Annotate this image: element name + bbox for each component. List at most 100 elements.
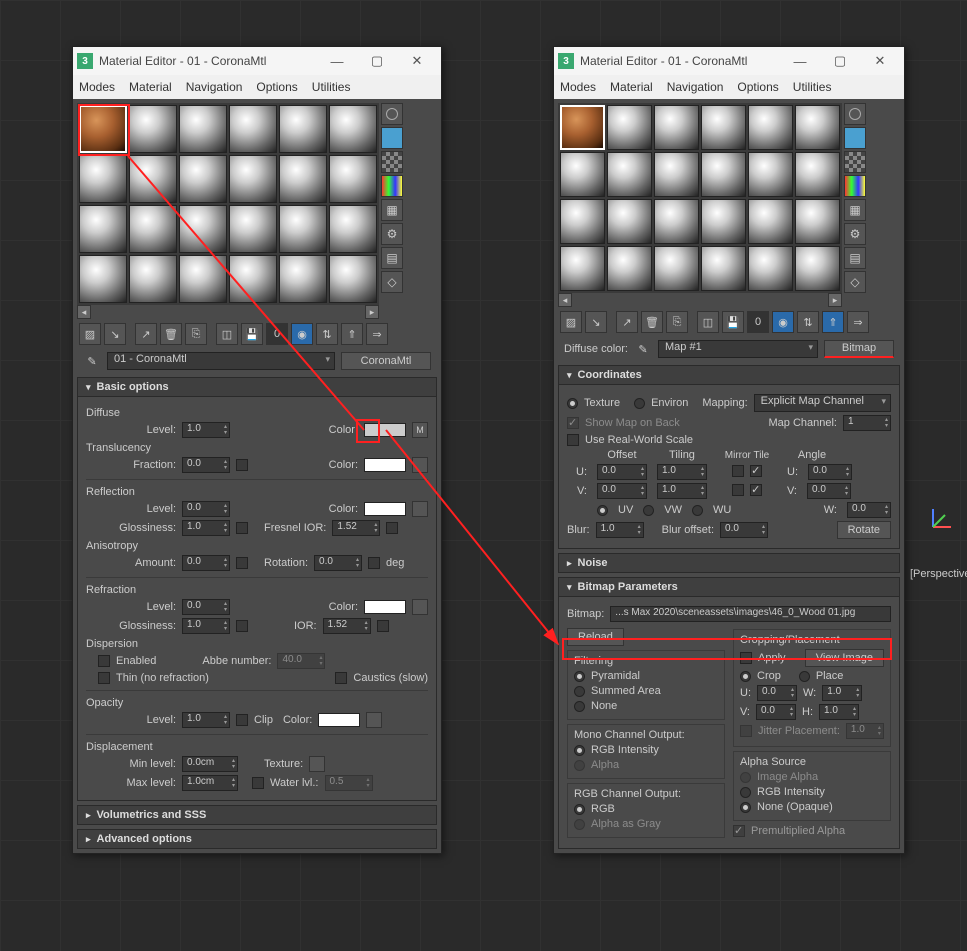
crop-radio[interactable] bbox=[740, 671, 751, 682]
make-copy-icon[interactable]: ⎘ bbox=[666, 311, 688, 333]
sample-type-icon[interactable] bbox=[381, 103, 403, 125]
sample-slot[interactable] bbox=[279, 205, 327, 253]
sample-slot[interactable] bbox=[129, 205, 177, 253]
crop-u-spinner[interactable]: 0.0 bbox=[757, 685, 797, 701]
material-id-channel-icon[interactable]: 0 bbox=[747, 311, 769, 333]
blur-spinner[interactable]: 1.0 bbox=[596, 522, 644, 538]
material-type-button[interactable]: CoronaMtl bbox=[341, 352, 431, 370]
sample-slot[interactable] bbox=[607, 152, 652, 197]
minimize-button[interactable]: — bbox=[317, 47, 357, 75]
sample-slot[interactable] bbox=[179, 155, 227, 203]
alpha-rgb-intensity-radio[interactable] bbox=[740, 787, 751, 798]
material-id-icon[interactable]: ◇ bbox=[844, 271, 866, 293]
opacity-map-button[interactable] bbox=[366, 712, 382, 728]
refl-gloss-map-checkbox[interactable] bbox=[236, 522, 248, 534]
rollout-advanced-options[interactable]: Advanced options bbox=[77, 829, 437, 849]
menu-material[interactable]: Material bbox=[610, 80, 653, 94]
map-name-combo[interactable]: Map #1 bbox=[658, 340, 818, 358]
sample-type-icon[interactable] bbox=[844, 103, 866, 125]
sample-slot[interactable] bbox=[129, 255, 177, 303]
material-name-combo[interactable]: 01 - CoronaMtl bbox=[107, 352, 335, 370]
sample-slot[interactable] bbox=[560, 152, 605, 197]
mapping-combo[interactable]: Explicit Map Channel bbox=[754, 394, 891, 412]
show-end-result-icon[interactable]: ⇅ bbox=[316, 323, 338, 345]
sample-slot[interactable] bbox=[229, 155, 277, 203]
sample-slot[interactable] bbox=[607, 246, 652, 291]
backlight-icon[interactable] bbox=[381, 127, 403, 149]
aniso-rot-map-checkbox[interactable] bbox=[368, 557, 380, 569]
sample-slot[interactable] bbox=[654, 152, 699, 197]
sample-scrollbar[interactable]: ◂▸ bbox=[77, 305, 379, 319]
sample-slot[interactable] bbox=[179, 105, 227, 153]
mono-rgb-intensity-radio[interactable] bbox=[574, 745, 585, 756]
refraction-map-button[interactable] bbox=[412, 599, 428, 615]
sample-slot[interactable] bbox=[795, 152, 840, 197]
translucency-color-swatch[interactable] bbox=[364, 458, 406, 472]
v-angle-spinner[interactable]: 0.0 bbox=[807, 483, 851, 499]
u-tiling-spinner[interactable]: 1.0 bbox=[657, 464, 707, 480]
sample-slot[interactable] bbox=[795, 246, 840, 291]
v-mirror-checkbox[interactable] bbox=[732, 484, 744, 496]
refraction-level-spinner[interactable]: 0.0 bbox=[182, 599, 230, 615]
put-to-library-icon[interactable]: 💾 bbox=[241, 323, 263, 345]
reflection-level-spinner[interactable]: 0.0 bbox=[182, 501, 230, 517]
vw-radio[interactable] bbox=[643, 505, 654, 516]
sample-slot[interactable] bbox=[329, 155, 377, 203]
assign-to-selection-icon[interactable]: ↗ bbox=[616, 311, 638, 333]
sample-slot[interactable] bbox=[701, 152, 746, 197]
reflection-color-swatch[interactable] bbox=[364, 502, 406, 516]
ior-spinner[interactable]: 1.52 bbox=[323, 618, 371, 634]
place-radio[interactable] bbox=[799, 671, 810, 682]
water-level-spinner[interactable]: 0.5 bbox=[325, 775, 373, 791]
show-end-result-icon[interactable]: ⇅ bbox=[797, 311, 819, 333]
pyramidal-radio[interactable] bbox=[574, 671, 585, 682]
bitmap-path-field[interactable]: ...s Max 2020\sceneassets\images\46_0_Wo… bbox=[610, 606, 891, 622]
menu-utilities[interactable]: Utilities bbox=[312, 80, 351, 94]
sample-slot[interactable] bbox=[701, 105, 746, 150]
go-forward-icon[interactable]: ⇒ bbox=[847, 311, 869, 333]
texture-radio[interactable] bbox=[567, 398, 578, 409]
translucency-map-checkbox[interactable] bbox=[236, 459, 248, 471]
sample-slot[interactable] bbox=[560, 199, 605, 244]
sample-slot[interactable] bbox=[279, 105, 327, 153]
sample-slot[interactable] bbox=[79, 205, 127, 253]
go-to-parent-icon[interactable]: ⇑ bbox=[341, 323, 363, 345]
crop-h-spinner[interactable]: 1.0 bbox=[819, 704, 859, 720]
reset-map-icon[interactable]: 🗑 bbox=[641, 311, 663, 333]
diffuse-map-button[interactable]: M bbox=[412, 422, 428, 438]
go-to-parent-icon[interactable]: ⇑ bbox=[822, 311, 844, 333]
video-color-icon[interactable]: ▦ bbox=[844, 199, 866, 221]
fresnel-ior-spinner[interactable]: 1.52 bbox=[332, 520, 380, 536]
sample-slot[interactable] bbox=[279, 155, 327, 203]
u-offset-spinner[interactable]: 0.0 bbox=[597, 464, 647, 480]
sample-slot[interactable] bbox=[701, 199, 746, 244]
real-world-scale-checkbox[interactable] bbox=[567, 434, 579, 446]
reload-button[interactable]: Reload bbox=[567, 628, 624, 646]
disp-texture-button[interactable] bbox=[309, 756, 325, 772]
aniso-map-checkbox[interactable] bbox=[236, 557, 248, 569]
sample-slot[interactable] bbox=[654, 199, 699, 244]
get-material-icon[interactable]: ▨ bbox=[79, 323, 101, 345]
put-to-library-icon[interactable]: 💾 bbox=[722, 311, 744, 333]
v-tile-checkbox[interactable] bbox=[750, 484, 762, 496]
anisotropy-amount-spinner[interactable]: 0.0 bbox=[182, 555, 230, 571]
menu-options[interactable]: Options bbox=[737, 80, 778, 94]
clip-checkbox[interactable] bbox=[236, 714, 248, 726]
sample-slot[interactable] bbox=[279, 255, 327, 303]
sample-slot[interactable] bbox=[748, 152, 793, 197]
menu-modes[interactable]: Modes bbox=[79, 80, 115, 94]
sample-scrollbar[interactable]: ◂▸ bbox=[558, 293, 842, 307]
sample-slot[interactable] bbox=[795, 105, 840, 150]
sample-slot[interactable] bbox=[179, 205, 227, 253]
menu-options[interactable]: Options bbox=[256, 80, 297, 94]
close-button[interactable]: ✕ bbox=[397, 47, 437, 75]
sample-slot[interactable] bbox=[560, 246, 605, 291]
apply-checkbox[interactable] bbox=[740, 652, 752, 664]
make-unique-icon[interactable]: ◫ bbox=[216, 323, 238, 345]
sample-slot[interactable] bbox=[79, 255, 127, 303]
sample-uv-icon[interactable] bbox=[381, 175, 403, 197]
crop-v-spinner[interactable]: 0.0 bbox=[756, 704, 796, 720]
diffuse-color-swatch[interactable] bbox=[364, 423, 406, 437]
minimize-button[interactable]: — bbox=[780, 47, 820, 75]
diffuse-level-spinner[interactable]: 1.0 bbox=[182, 422, 230, 438]
